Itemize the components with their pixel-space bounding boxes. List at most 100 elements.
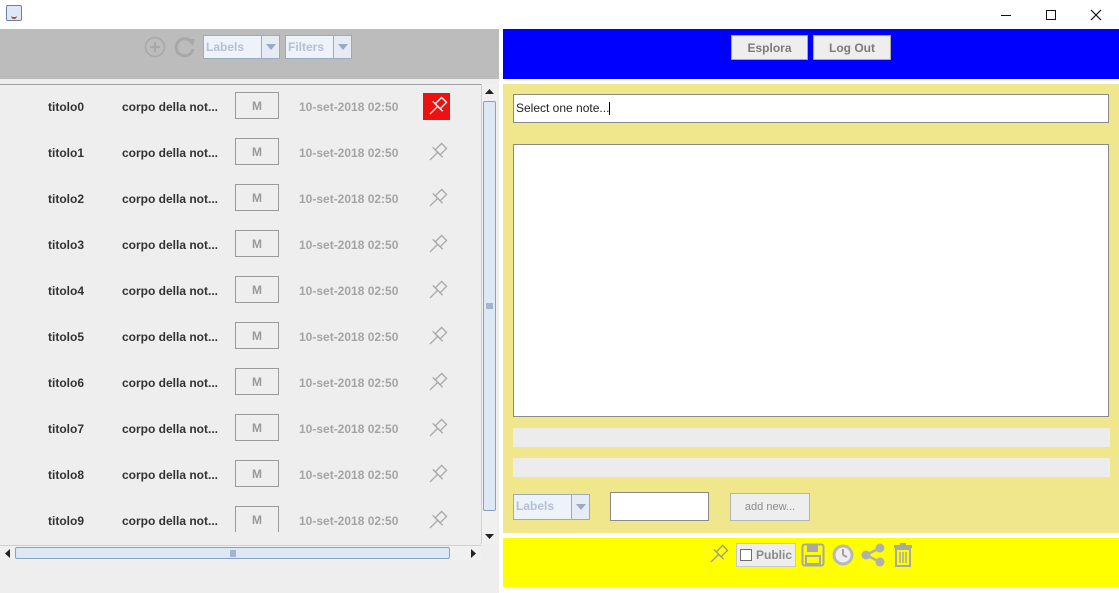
modify-button[interactable]: M — [235, 322, 279, 349]
note-labels-value: Labels — [516, 499, 555, 513]
note-row[interactable]: titolo5 corpo della not... M 10-set-2018 02… — [0, 315, 480, 361]
note-body-preview: corpo della not... — [122, 192, 219, 206]
note-detail-panel: Esplora Log Out Select one note... Label… — [503, 29, 1119, 593]
note-row[interactable]: titolo9 corpo della not... M 10-set-2018 02… — [0, 499, 480, 532]
note-date: 10-set-2018 02:50 — [299, 422, 399, 436]
add-icon[interactable] — [143, 35, 167, 59]
labels-filter-combo[interactable]: Labels — [203, 35, 280, 59]
note-body-textarea[interactable] — [513, 144, 1109, 417]
note-date: 10-set-2018 02:50 — [299, 284, 399, 298]
refresh-icon[interactable] — [173, 35, 197, 59]
close-button[interactable] — [1073, 0, 1119, 29]
close-icon — [1090, 9, 1102, 20]
clock-icon[interactable] — [830, 542, 856, 568]
note-body-preview: corpo della not... — [122, 514, 219, 528]
logout-button[interactable]: Log Out — [813, 35, 891, 60]
note-date: 10-set-2018 02:50 — [299, 192, 399, 206]
add-new-label-button[interactable]: add new... — [730, 493, 810, 521]
note-title-value: Select one note... — [516, 101, 610, 115]
note-row[interactable]: titolo6 corpo della not... M 10-set-2018 02… — [0, 361, 480, 407]
note-date: 10-set-2018 02:50 — [299, 100, 399, 114]
note-title: titolo3 — [48, 238, 84, 252]
maximize-icon — [1046, 9, 1056, 20]
scroll-left-button[interactable] — [0, 546, 15, 560]
modify-button[interactable]: M — [235, 368, 279, 395]
modify-button[interactable]: M — [235, 184, 279, 211]
filters-combo[interactable]: Filters — [285, 35, 352, 59]
public-label: Public — [756, 548, 793, 562]
note-row[interactable]: titolo7 corpo della not... M 10-set-2018 02… — [0, 407, 480, 453]
minimize-button[interactable] — [983, 0, 1029, 29]
chevron-down-icon — [261, 36, 279, 58]
note-row[interactable]: titolo0 corpo della not... M 10-set-2018 02… — [0, 85, 480, 131]
pin-icon[interactable] — [423, 323, 450, 350]
note-row[interactable]: titolo8 corpo della not... M 10-set-2018 02… — [0, 453, 480, 499]
note-actions-bar: Public — [503, 538, 1119, 587]
note-date: 10-set-2018 02:50 — [299, 468, 399, 482]
note-editor: Select one note... Labels add new... — [503, 84, 1119, 533]
note-body-preview: corpo della not... — [122, 146, 219, 160]
note-title: titolo7 — [48, 422, 84, 436]
scroll-down-button[interactable] — [482, 529, 497, 544]
vertical-scroll-thumb[interactable] — [483, 101, 496, 511]
vertical-scrollbar[interactable] — [481, 84, 497, 544]
pin-icon[interactable] — [423, 139, 450, 166]
modify-button[interactable]: M — [235, 92, 279, 119]
window-titlebar — [0, 0, 1119, 29]
note-body-preview: corpo della not... — [122, 422, 219, 436]
note-row[interactable]: titolo2 corpo della not... M 10-set-2018 02… — [0, 177, 480, 223]
pin-icon[interactable] — [423, 369, 450, 396]
filters-value: Filters — [288, 40, 325, 54]
public-checkbox[interactable]: Public — [736, 543, 796, 567]
note-row[interactable]: titolo1 corpo della not... M 10-set-2018 02… — [0, 131, 480, 177]
note-labels-combo[interactable]: Labels — [513, 494, 590, 520]
note-date: 10-set-2018 02:50 — [299, 514, 399, 528]
note-title-field[interactable]: Select one note... — [513, 94, 1109, 123]
minimize-icon — [1001, 14, 1011, 16]
modify-button[interactable]: M — [235, 276, 279, 303]
pin-icon[interactable] — [423, 277, 450, 304]
text-caret — [609, 102, 611, 116]
maximize-button[interactable] — [1028, 0, 1074, 29]
modify-button[interactable]: M — [235, 138, 279, 165]
note-date: 10-set-2018 02:50 — [299, 376, 399, 390]
note-body-preview: corpo della not... — [122, 330, 219, 344]
checkbox-box — [740, 549, 752, 561]
trash-icon[interactable] — [890, 542, 916, 568]
modify-button[interactable]: M — [235, 230, 279, 257]
note-body-preview: corpo della not... — [122, 376, 219, 390]
note-date: 10-set-2018 02:50 — [299, 330, 399, 344]
modify-button[interactable]: M — [235, 414, 279, 441]
note-row[interactable]: titolo3 corpo della not... M 10-set-2018 02… — [0, 223, 480, 269]
explore-button[interactable]: Esplora — [731, 35, 808, 60]
note-title: titolo0 — [48, 100, 84, 114]
notes-list: titolo0 corpo della not... M 10-set-2018 02… — [0, 84, 497, 532]
scroll-up-button[interactable] — [482, 84, 497, 99]
pin-icon[interactable] — [423, 461, 450, 488]
modify-button[interactable]: M — [235, 506, 279, 532]
note-title: titolo1 — [48, 146, 84, 160]
scroll-right-button[interactable] — [466, 546, 481, 560]
pin-icon[interactable] — [423, 93, 450, 120]
share-icon[interactable] — [860, 542, 886, 568]
labels-filter-value: Labels — [206, 40, 245, 54]
new-label-input[interactable] — [610, 492, 709, 521]
pin-icon[interactable] — [423, 507, 450, 532]
horizontal-scrollbar[interactable] — [0, 545, 481, 560]
chevron-down-icon — [571, 495, 589, 519]
pin-icon[interactable] — [423, 231, 450, 258]
pin-icon[interactable] — [423, 185, 450, 212]
modify-button[interactable]: M — [235, 460, 279, 487]
note-title: titolo5 — [48, 330, 84, 344]
labels-strip — [513, 428, 1110, 447]
note-body-preview: corpo della not... — [122, 284, 219, 298]
note-date: 10-set-2018 02:50 — [299, 238, 399, 252]
pin-icon[interactable] — [423, 415, 450, 442]
note-title: titolo8 — [48, 468, 84, 482]
save-icon[interactable] — [800, 542, 826, 568]
note-row[interactable]: titolo4 corpo della not... M 10-set-2018 02… — [0, 269, 480, 315]
horizontal-scroll-thumb[interactable] — [15, 547, 450, 559]
chevron-down-icon — [333, 36, 351, 58]
note-title: titolo2 — [48, 192, 84, 206]
pin-icon[interactable] — [705, 542, 731, 568]
